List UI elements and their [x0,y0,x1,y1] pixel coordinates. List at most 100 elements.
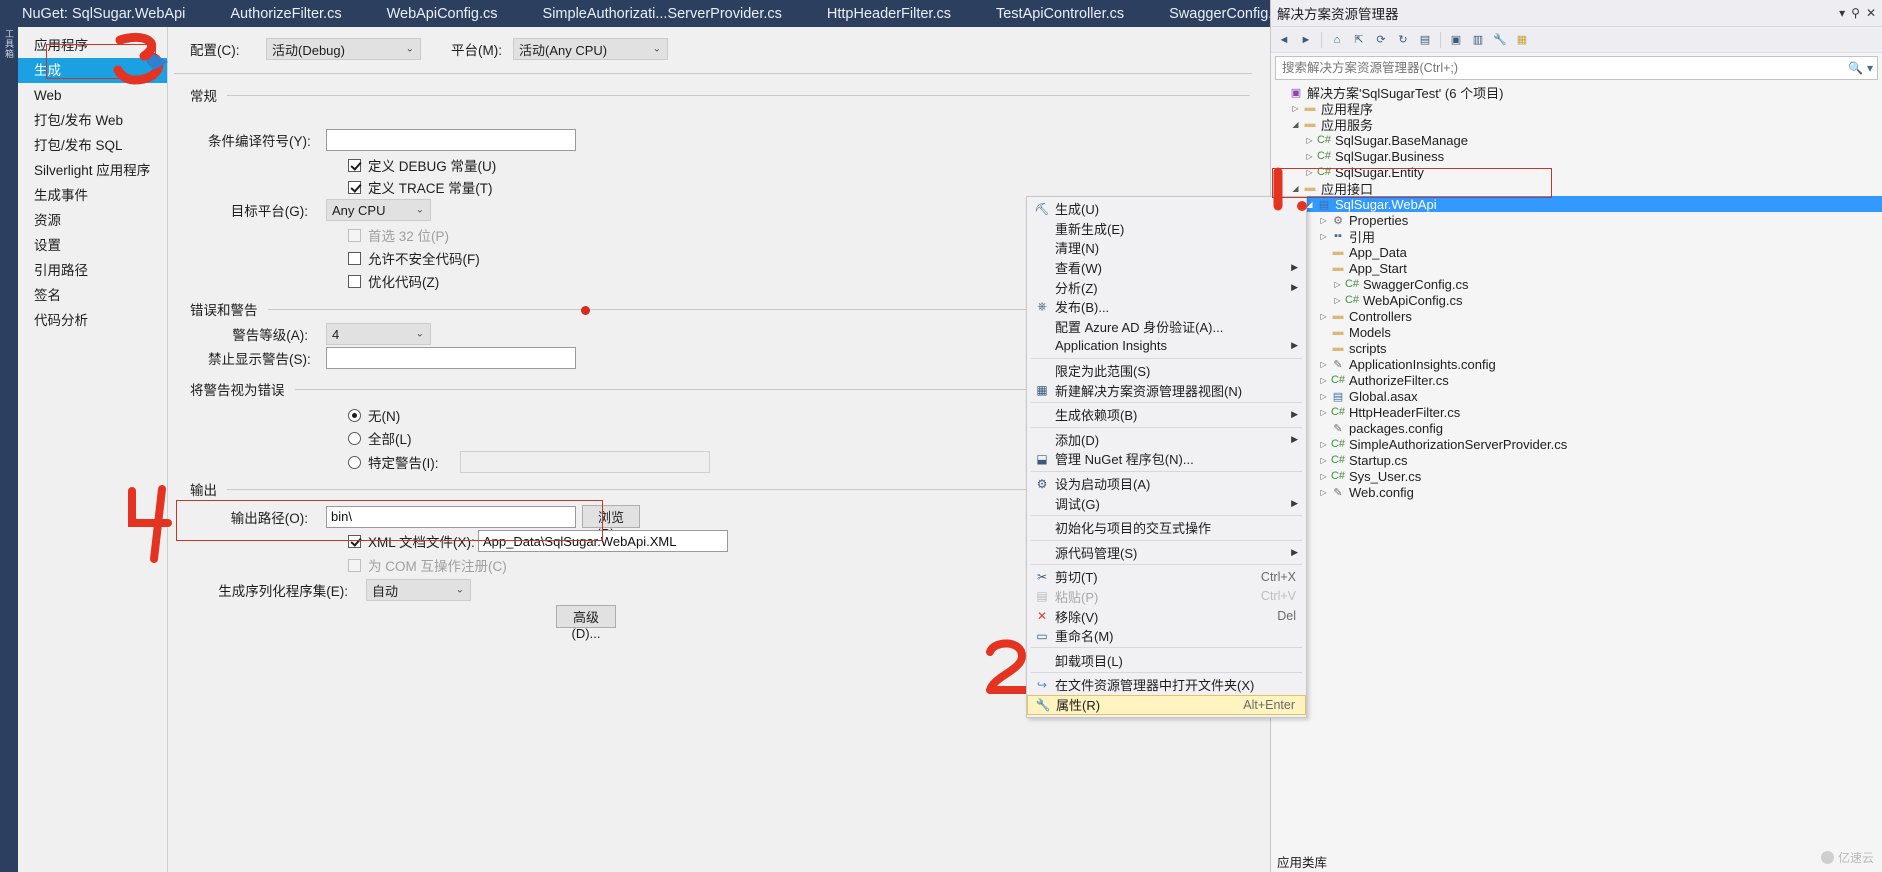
chevron-collapsed-icon[interactable]: ▷ [1289,104,1302,113]
treat-warnings-none-radio[interactable] [348,408,361,422]
chevron-collapsed-icon[interactable]: ▷ [1317,216,1330,225]
chevron-collapsed-icon[interactable]: ▷ [1317,376,1330,385]
pin-icon[interactable]: ⚲ [1851,6,1860,20]
search-icon[interactable]: 🔍 [1848,61,1863,75]
platform-dropdown[interactable]: 活动(Any CPU) ⌄ [513,38,668,60]
tab-webapiconfig-cs[interactable]: WebApiConfig.cs [365,0,521,27]
chevron-collapsed-icon[interactable]: ▷ [1303,152,1316,161]
view-designer-icon[interactable]: ▣ [1447,31,1465,49]
chevron-collapsed-icon[interactable]: ▷ [1317,360,1330,369]
tree-node[interactable]: ▷ ✎ ApplicationInsights.config [1271,356,1882,372]
tab-testapicontroller-cs[interactable]: TestApiController.cs [974,0,1148,27]
forward-icon[interactable]: ► [1297,31,1315,49]
back-icon[interactable]: ◄ [1275,31,1293,49]
properties-window-icon[interactable]: 🔧 [1491,31,1509,49]
category-silverlight[interactable]: Silverlight 应用程序 [18,158,167,183]
menu-item-manage-nuget-packages[interactable]: ⬓ 管理 NuGet 程序包(N)... [1027,449,1306,469]
treat-warnings-all-row[interactable]: 全部(L) [348,428,412,448]
category-package-publish-sql[interactable]: 打包/发布 SQL [18,133,167,158]
category-web[interactable]: Web [18,83,167,108]
menu-item-view[interactable]: 查看(W) ▶ [1027,258,1306,278]
category-build[interactable]: 生成 [18,58,167,83]
chevron-collapsed-icon[interactable]: ▷ [1317,472,1330,481]
tree-node[interactable]: ◢ ▬ 应用接口 [1271,180,1882,197]
tab-authorizefilter-cs[interactable]: AuthorizeFilter.cs [208,0,365,27]
category-reference-paths[interactable]: 引用路径 [18,258,167,283]
target-platform-dropdown[interactable]: Any CPU ⌄ [326,199,431,221]
tree-node[interactable]: ▷ ✎ Web.config [1271,484,1882,500]
tree-node[interactable]: ▷ C# Startup.cs [1271,452,1882,468]
tree-node[interactable]: ▷ C# SwaggerConfig.cs [1271,276,1882,292]
advanced-button[interactable]: 高级(D)... [556,605,616,641]
tree-node[interactable]: ▷ ▬ Controllers [1271,308,1882,324]
define-trace-checkbox[interactable] [348,180,361,194]
treat-warnings-none-row[interactable]: 无(N) [348,405,400,425]
menu-item-unload-project[interactable]: 卸载项目(L) [1027,650,1306,670]
menu-item-build-dependencies[interactable]: 生成依赖项(B) ▶ [1027,405,1306,425]
chevron-down-icon[interactable]: ▾ [1867,61,1873,75]
category-resources[interactable]: 资源 [18,208,167,233]
suppress-warnings-input[interactable] [326,347,576,369]
xml-doc-file-checkbox[interactable] [348,534,361,548]
treat-warnings-all-radio[interactable] [348,431,361,445]
menu-item-configure-azure-ad[interactable]: 配置 Azure AD 身份验证(A)... [1027,317,1306,337]
tree-node[interactable]: ▷ C# SqlSugar.Business [1271,148,1882,164]
menu-item-debug[interactable]: 调试(G) ▶ [1027,493,1306,513]
sync-icon[interactable]: ⟳ [1372,31,1390,49]
conditional-symbols-input[interactable] [326,129,576,151]
define-debug-checkbox[interactable] [348,158,361,172]
optimize-code-row[interactable]: 优化代码(Z) [348,271,439,291]
xml-doc-file-input[interactable] [478,530,728,552]
tree-node[interactable]: ▬ App_Data [1271,244,1882,260]
menu-item-scope-to-this[interactable]: 限定为此范围(S) [1027,361,1306,381]
tree-node[interactable]: ▷ C# AuthorizeFilter.cs [1271,372,1882,388]
tree-node[interactable]: ▷ C# SimpleAuthorizationServerProvider.cs [1271,436,1882,452]
chevron-collapsed-icon[interactable]: ▷ [1303,168,1316,177]
treat-warnings-specific-row[interactable]: 特定警告(I): [348,451,710,473]
refresh-icon[interactable]: ↻ [1394,31,1412,49]
allow-unsafe-checkbox[interactable] [348,251,361,265]
menu-item-properties[interactable]: 🔧 属性(R) Alt+Enter [1027,694,1306,715]
allow-unsafe-row[interactable]: 允许不安全代码(F) [348,248,480,268]
tree-node[interactable]: ▬ App_Start [1271,260,1882,276]
menu-item-rebuild[interactable]: 重新生成(E) [1027,219,1306,239]
chevron-collapsed-icon[interactable]: ▷ [1317,440,1330,449]
tree-node[interactable]: ▷ ▤ Global.asax [1271,388,1882,404]
chevron-collapsed-icon[interactable]: ▷ [1317,408,1330,417]
menu-item-new-solution-explorer-view[interactable]: ▦ 新建解决方案资源管理器视图(N) [1027,380,1306,400]
search-input[interactable] [1280,60,1849,76]
chevron-collapsed-icon[interactable]: ▷ [1331,296,1344,305]
serialization-assembly-dropdown[interactable]: 自动 ⌄ [366,579,471,601]
chevron-collapsed-icon[interactable]: ▷ [1317,312,1330,321]
configuration-dropdown[interactable]: 活动(Debug) ⌄ [266,38,421,60]
tree-node[interactable]: ▷ C# HttpHeaderFilter.cs [1271,404,1882,420]
close-icon[interactable]: ✕ [1866,6,1876,20]
chevron-collapsed-icon[interactable]: ▷ [1303,136,1316,145]
tree-node[interactable]: ▬ Models [1271,324,1882,340]
chevron-expanded-icon[interactable]: ◢ [1289,120,1302,129]
chevron-down-icon[interactable]: ▾ [1839,6,1845,20]
tree-node[interactable]: ✎ packages.config [1271,420,1882,436]
treat-warnings-specific-radio[interactable] [348,455,361,469]
menu-item-analyze[interactable]: 分析(Z) ▶ [1027,277,1306,297]
menu-item-open-folder-in-file-explorer[interactable]: ↪ 在文件资源管理器中打开文件夹(X) [1027,675,1306,695]
chevron-collapsed-icon[interactable]: ▷ [1317,456,1330,465]
tab-simpleauthorization-serverprovider-cs[interactable]: SimpleAuthorizati...ServerProvider.cs [521,0,805,27]
tab-httpheaderfilter-cs[interactable]: HttpHeaderFilter.cs [805,0,974,27]
chevron-collapsed-icon[interactable]: ▷ [1331,280,1344,289]
define-debug-row[interactable]: 定义 DEBUG 常量(U) [348,155,496,175]
menu-item-set-as-startup-project[interactable]: ⚙ 设为启动项目(A) [1027,474,1306,494]
tree-node[interactable]: ▷ C# WebApiConfig.cs [1271,292,1882,308]
category-signing[interactable]: 签名 [18,283,167,308]
new-view-icon[interactable]: ▦ [1513,31,1531,49]
solution-explorer-search[interactable]: 🔍 ▾ [1275,56,1878,80]
category-build-events[interactable]: 生成事件 [18,183,167,208]
tree-node[interactable]: ▷ C# SqlSugar.BaseManage [1271,132,1882,148]
chevron-expanded-icon[interactable]: ◢ [1289,184,1302,193]
menu-item-rename[interactable]: ▭ 重命名(M) [1027,626,1306,646]
optimize-code-checkbox[interactable] [348,274,361,288]
treat-warnings-specific-input[interactable] [459,451,710,473]
category-application[interactable]: 应用程序 [18,33,167,58]
menu-item-application-insights[interactable]: Application Insights ▶ [1027,336,1306,356]
browse-output-path-button[interactable]: 浏览(R)... [582,505,640,541]
